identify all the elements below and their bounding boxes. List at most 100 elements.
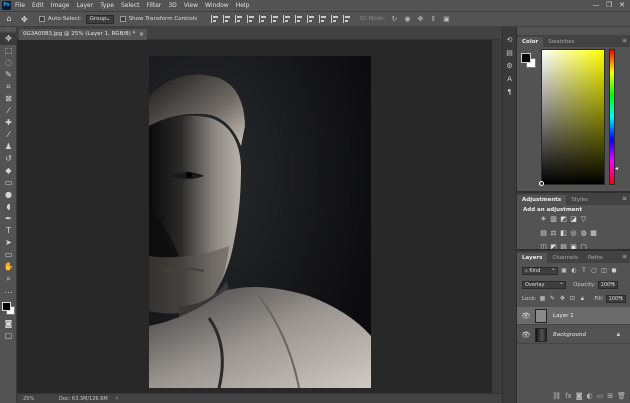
show-transform-checkbox[interactable] xyxy=(119,16,126,22)
levels-icon[interactable]: ▥ xyxy=(549,215,558,223)
channel-mixer-icon[interactable]: ◍ xyxy=(579,229,588,237)
minimize-button[interactable]: — xyxy=(590,0,602,11)
crop-tool[interactable]: ⌗ xyxy=(0,81,17,93)
menu-type[interactable]: Type xyxy=(100,2,114,9)
tab-adjustments[interactable]: Adjustments xyxy=(517,195,567,205)
zoom-level[interactable]: 25% xyxy=(23,396,53,402)
menu-edit[interactable]: Edit xyxy=(32,2,44,9)
visibility-eye-icon[interactable]: 👁︎ xyxy=(520,331,532,339)
clone-stamp-tool[interactable]: ♟ xyxy=(0,141,17,153)
lock-position-icon[interactable]: ✥ xyxy=(558,295,566,303)
more-tools-icon[interactable]: … xyxy=(0,285,17,297)
move-tool-icon[interactable]: ✥ xyxy=(21,15,33,24)
new-adjustment-icon[interactable]: ◐ xyxy=(587,392,593,400)
screen-mode-icon[interactable]: ▢ xyxy=(0,330,17,342)
fill-field[interactable]: 100% xyxy=(605,294,626,303)
filter-type-icon[interactable]: T xyxy=(580,267,588,275)
panel-menu-icon[interactable]: ≡ xyxy=(622,37,627,44)
vibrance-icon[interactable]: ▽ xyxy=(579,215,588,223)
black-white-icon[interactable]: ◧ xyxy=(559,229,568,237)
align-left-icon[interactable] xyxy=(211,15,219,23)
distribute-bottom-icon[interactable] xyxy=(307,15,315,23)
tab-paths[interactable]: Paths xyxy=(583,253,608,263)
color-picker-cursor[interactable] xyxy=(539,181,544,186)
lasso-tool[interactable]: ◌ xyxy=(0,57,17,69)
distribute-center-icon[interactable] xyxy=(331,15,339,23)
gradient-tool[interactable]: ▭ xyxy=(0,177,17,189)
filter-adjustment-icon[interactable]: ◐ xyxy=(570,267,578,275)
healing-brush-tool[interactable]: ✚ xyxy=(0,117,17,129)
path-select-tool[interactable]: ➤ xyxy=(0,237,17,249)
align-right-icon[interactable] xyxy=(235,15,243,23)
quick-mask-icon[interactable]: ◙ xyxy=(0,318,17,330)
layer-filter-dropdown[interactable]: ⌕ Kind xyxy=(522,266,558,275)
pen-tool[interactable]: ✒ xyxy=(0,213,17,225)
menu-image[interactable]: Image xyxy=(51,2,70,9)
brush-tool[interactable]: ⁄ xyxy=(0,129,17,141)
character-icon[interactable]: A xyxy=(503,74,516,85)
orbit-3d-icon[interactable]: ↻ xyxy=(390,15,398,23)
history-icon[interactable]: ⟲ xyxy=(503,35,516,46)
document-tab[interactable]: 0G3A0083.jpg @ 25% (Layer 1, RGB/8) * × xyxy=(19,29,147,40)
quick-select-tool[interactable]: ✎ xyxy=(0,69,17,81)
distribute-middle-icon[interactable] xyxy=(295,15,303,23)
color-lookup-icon[interactable]: ▦ xyxy=(589,229,598,237)
menu-layer[interactable]: Layer xyxy=(76,2,93,9)
status-menu-arrow[interactable]: › xyxy=(116,395,118,402)
drag-3d-icon[interactable]: ✥ xyxy=(416,15,424,23)
panel-menu-icon[interactable]: ≡ xyxy=(622,253,627,260)
brightness-icon[interactable]: ☀ xyxy=(539,215,548,223)
opacity-field[interactable]: 100% xyxy=(597,280,618,289)
tab-layers[interactable]: Layers xyxy=(517,253,548,263)
menu-filter[interactable]: Filter xyxy=(147,2,162,9)
align-center-icon[interactable] xyxy=(223,15,231,23)
add-mask-icon[interactable]: ◙ xyxy=(576,392,583,400)
tab-styles[interactable]: Styles xyxy=(566,195,593,205)
lock-transparent-icon[interactable]: ▦ xyxy=(538,295,546,303)
hue-marker-icon[interactable]: ◂ xyxy=(615,165,618,172)
link-layers-icon[interactable]: ⛓ xyxy=(552,392,561,400)
layer-row[interactable]: 👁︎ Layer 1 xyxy=(517,307,630,325)
distribute-top-icon[interactable] xyxy=(283,15,291,23)
menu-window[interactable]: Window xyxy=(205,2,229,9)
lock-pixels-icon[interactable]: ✎ xyxy=(548,295,556,303)
canvas-area[interactable] xyxy=(17,40,492,393)
foreground-color[interactable] xyxy=(2,302,11,311)
tab-color[interactable]: Color xyxy=(517,37,544,47)
properties-icon[interactable]: ⚙ xyxy=(503,61,516,72)
paragraph-icon[interactable]: ¶ xyxy=(503,87,516,98)
align-middle-icon[interactable] xyxy=(259,15,267,23)
menu-view[interactable]: View xyxy=(184,2,198,9)
foreground-swatch[interactable] xyxy=(521,53,531,63)
photo-filter-icon[interactable]: ◎ xyxy=(569,229,578,237)
distribute-right-icon[interactable] xyxy=(343,15,351,23)
exposure-icon[interactable]: ◪ xyxy=(569,215,578,223)
tab-swatches[interactable]: Swatches xyxy=(543,37,579,47)
menu-select[interactable]: Select xyxy=(121,2,140,9)
zoom-tool[interactable]: ⌕ xyxy=(0,273,17,285)
align-bottom-icon[interactable] xyxy=(271,15,279,23)
lock-artboard-icon[interactable]: ⊡ xyxy=(568,295,576,303)
visibility-eye-icon[interactable]: 👁︎ xyxy=(520,312,532,320)
dodge-tool[interactable]: ◖ xyxy=(0,201,17,213)
curves-icon[interactable]: ◩ xyxy=(559,215,568,223)
eyedropper-tool[interactable]: ⁄ xyxy=(0,105,17,117)
scale-3d-icon[interactable]: ▣ xyxy=(442,15,450,23)
layer-row[interactable]: 👁︎ Background 🔒︎ xyxy=(517,326,630,344)
portrait-photo[interactable] xyxy=(149,56,371,388)
menu-file[interactable]: File xyxy=(15,2,25,9)
filter-toggle-icon[interactable]: ● xyxy=(610,267,618,275)
menu-help[interactable]: Help xyxy=(236,2,250,9)
libraries-icon[interactable]: ▤ xyxy=(503,48,516,59)
restore-button[interactable]: ❐ xyxy=(603,0,615,11)
hand-tool[interactable]: ✋ xyxy=(0,261,17,273)
vertical-scrollbar[interactable] xyxy=(492,40,502,393)
align-top-icon[interactable] xyxy=(247,15,255,23)
layer-style-icon[interactable]: fx xyxy=(565,392,572,400)
color-balance-icon[interactable]: ⚖ xyxy=(549,229,558,237)
delete-layer-icon[interactable]: 🗑︎ xyxy=(617,392,626,400)
hue-saturation-icon[interactable]: ▤ xyxy=(539,229,548,237)
close-document-icon[interactable]: × xyxy=(139,29,144,40)
new-group-icon[interactable]: ▭ xyxy=(597,392,604,400)
move-tool[interactable]: ✥ xyxy=(0,33,17,45)
